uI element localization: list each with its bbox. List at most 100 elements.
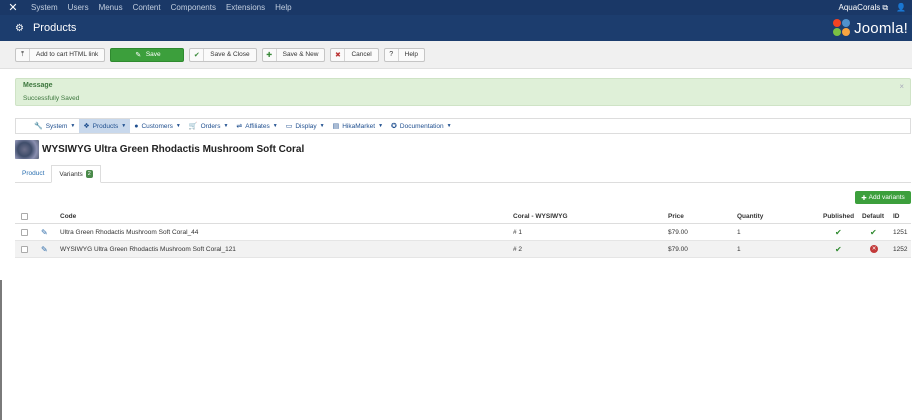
menu-extensions[interactable]: Extensions xyxy=(221,3,270,12)
column-price[interactable]: Price xyxy=(668,210,684,223)
variant-id: 1251 xyxy=(893,228,908,236)
close-icon[interactable]: × xyxy=(899,82,904,91)
success-message: Message Successfully Saved × xyxy=(15,78,911,106)
site-link[interactable]: AquaCorals ⧉ xyxy=(831,3,889,13)
table-header-row: Code Coral - WYSIWYG Price Quantity Publ… xyxy=(15,210,911,224)
table-row[interactable]: ✎ WYSIWYG Ultra Green Rhodactis Mushroom… xyxy=(15,241,911,258)
nav-system[interactable]: 🔧 System ▼ xyxy=(30,119,79,133)
joomla-x-icon[interactable]: ✕ xyxy=(0,1,26,14)
save-label: Save xyxy=(145,51,161,58)
add-variants-button[interactable]: ✚ Add variants xyxy=(855,191,911,204)
column-coral[interactable]: Coral - WYSIWYG xyxy=(513,210,568,223)
check-icon: ✔ xyxy=(190,48,205,61)
nav-display[interactable]: ▭ Display ▼ xyxy=(282,119,329,133)
page-header: ⚙ Products Joomla! xyxy=(0,15,912,41)
default-check-icon[interactable]: ✔ xyxy=(870,224,877,240)
variant-quantity: 1 xyxy=(737,228,741,236)
joomla-flower-icon xyxy=(833,19,851,37)
toolbar: ⤒ Add to cart HTML link ✎ Save ✔ Save & … xyxy=(0,41,912,69)
help-button[interactable]: ? Help xyxy=(383,47,426,62)
row-checkbox[interactable] xyxy=(21,245,28,253)
caret-down-icon: ▼ xyxy=(272,123,278,129)
save-new-label: Save & New xyxy=(282,51,319,58)
table-row[interactable]: ✎ Ultra Green Rhodactis Mushroom Soft Co… xyxy=(15,224,911,241)
add-to-cart-link-button[interactable]: ⤒ Add to cart HTML link xyxy=(15,47,106,62)
save-button[interactable]: ✎ Save xyxy=(110,47,185,62)
add-variants-label: Add variants xyxy=(868,194,905,201)
pencil-icon[interactable]: ✎ xyxy=(41,224,48,240)
question-icon: ? xyxy=(385,48,399,61)
nav-affiliates[interactable]: ⇌ Affiliates ▼ xyxy=(232,119,281,133)
nav-label: Affiliates xyxy=(245,122,270,130)
variant-id: 1252 xyxy=(893,245,908,253)
upload-icon: ⤒ xyxy=(16,48,30,61)
column-quantity[interactable]: Quantity xyxy=(737,210,763,223)
nav-orders[interactable]: 🛒 Orders ▼ xyxy=(185,119,233,133)
pencil-icon[interactable]: ✎ xyxy=(41,241,48,257)
save-close-button[interactable]: ✔ Save & Close xyxy=(189,47,257,62)
menu-users[interactable]: Users xyxy=(63,3,94,12)
nav-label: HikaMarket xyxy=(342,122,376,130)
product-tabs: Product Variants 2 xyxy=(15,165,911,183)
select-all-checkbox[interactable] xyxy=(21,213,28,220)
help-label: Help xyxy=(404,51,419,58)
user-icon: ● xyxy=(134,122,139,130)
menu-menus[interactable]: Menus xyxy=(94,3,128,12)
variant-quantity: 1 xyxy=(737,245,741,253)
menu-system[interactable]: System xyxy=(26,3,63,12)
nav-label: Products xyxy=(92,122,119,130)
joomla-wordmark: Joomla! xyxy=(854,19,908,37)
variant-code: Ultra Green Rhodactis Mushroom Soft Cora… xyxy=(60,228,199,236)
cart-icon: 🛒 xyxy=(188,123,198,130)
nav-label: Customers xyxy=(141,122,173,130)
component-nav: 🔧 System ▼ ❖ Products ▼ ● Customers ▼ 🛒 Orders ▼… xyxy=(15,118,911,134)
cancel-button[interactable]: ✖ Cancel xyxy=(330,47,379,62)
menu-components[interactable]: Components xyxy=(166,3,221,12)
nav-label: Display xyxy=(295,122,317,130)
row-checkbox[interactable] xyxy=(21,228,28,236)
column-published[interactable]: Published xyxy=(823,210,854,223)
wrench-icon: 🔧 xyxy=(34,123,43,130)
published-check-icon[interactable]: ✔ xyxy=(835,241,842,257)
save-new-button[interactable]: ✚ Save & New xyxy=(261,47,326,62)
plus-icon: ✚ xyxy=(263,48,277,61)
tab-label: Variants xyxy=(59,170,83,178)
page-title: Products xyxy=(32,22,77,34)
variant-code: WYSIWYG Ultra Green Rhodactis Mushroom S… xyxy=(60,245,236,253)
nav-label: Orders xyxy=(200,122,221,130)
caret-down-icon: ▼ xyxy=(446,123,452,129)
variant-price: $79.00 xyxy=(668,228,688,236)
column-id[interactable]: ID xyxy=(893,210,900,223)
column-code[interactable]: Code xyxy=(60,210,76,223)
column-default[interactable]: Default xyxy=(862,210,884,223)
tab-variants[interactable]: Variants 2 xyxy=(51,165,101,183)
joomla-logo: Joomla! xyxy=(833,19,908,37)
store-icon: ▤ xyxy=(332,123,340,130)
variants-count-badge: 2 xyxy=(85,170,93,178)
variant-coral: # 1 xyxy=(513,228,523,236)
message-text: Successfully Saved xyxy=(23,95,80,102)
add-to-cart-link-label: Add to cart HTML link xyxy=(36,51,99,58)
cancel-icon: ✖ xyxy=(331,48,346,61)
cancel-label: Cancel xyxy=(351,51,372,58)
monitor-icon: ▭ xyxy=(285,123,293,130)
nav-products[interactable]: ❖ Products ▼ xyxy=(79,119,131,133)
nav-hikamarket[interactable]: ▤ HikaMarket ▼ xyxy=(329,119,387,133)
not-default-x-icon[interactable]: ✕ xyxy=(870,245,878,253)
variant-coral: # 2 xyxy=(513,245,523,253)
save-close-label: Save & Close xyxy=(210,51,250,58)
menu-content[interactable]: Content xyxy=(128,3,166,12)
user-icon[interactable]: 👤 xyxy=(888,3,906,12)
nav-documentation[interactable]: ✪ Documentation ▼ xyxy=(387,119,456,133)
share-icon: ⇌ xyxy=(236,123,243,130)
cubes-icon: ⚙ xyxy=(15,22,24,34)
caret-down-icon: ▼ xyxy=(121,123,127,129)
product-thumbnail[interactable] xyxy=(15,140,39,159)
published-check-icon[interactable]: ✔ xyxy=(835,224,842,240)
lifebuoy-icon: ✪ xyxy=(391,123,397,130)
tab-product[interactable]: Product xyxy=(15,164,51,182)
menu-help[interactable]: Help xyxy=(270,3,296,12)
nav-customers[interactable]: ● Customers ▼ xyxy=(130,119,185,133)
caret-down-icon: ▼ xyxy=(319,123,325,129)
tab-label: Product xyxy=(22,169,45,177)
